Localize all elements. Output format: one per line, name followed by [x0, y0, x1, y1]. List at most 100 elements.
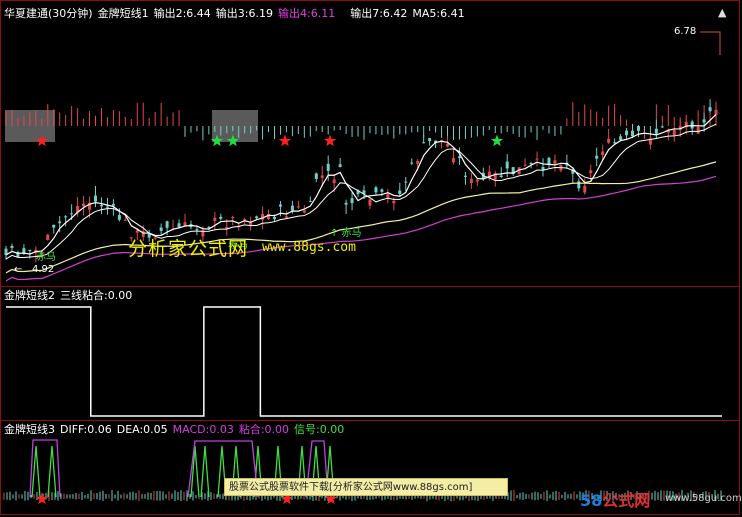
- indicator-name-1: 金牌短线1: [97, 7, 149, 20]
- signal-star-icon: [278, 134, 292, 147]
- indicator-name-2: 金牌短线2: [4, 289, 55, 302]
- watermark-text: 分析家公式网: [128, 238, 249, 260]
- candle-body: [320, 175, 324, 178]
- signal-star-icon: [323, 134, 337, 147]
- candle-body: [499, 175, 503, 178]
- candle-body: [368, 199, 372, 206]
- candle-body: [10, 245, 14, 248]
- candle-body: [577, 181, 581, 189]
- candle-body: [446, 143, 450, 147]
- output2-value: 输出2:6.44: [153, 7, 211, 20]
- candle-body: [135, 230, 139, 233]
- candle-body: [535, 158, 539, 160]
- three-line-value: 三线粘合:0.00: [60, 289, 133, 302]
- candle-body: [523, 164, 527, 166]
- signal-value: 信号:0.00: [294, 423, 345, 436]
- candle-body: [398, 190, 402, 195]
- candle-body: [278, 204, 282, 207]
- candle-body: [70, 213, 74, 215]
- candle-body: [28, 249, 32, 252]
- candle-body: [660, 126, 664, 128]
- signal-spike: [47, 445, 57, 498]
- candle-body: [422, 142, 426, 144]
- output4-value: 输出4:6.11: [278, 7, 336, 20]
- candle-body: [625, 130, 629, 136]
- mid-pane-header: 金牌短线2 三线粘合:0.00: [4, 289, 137, 302]
- download-banner[interactable]: 股票公式股票软件下载[分析家公式网www.88gs.com]: [224, 478, 508, 496]
- candle-body: [404, 181, 408, 183]
- main-pane-header: 华夏建通(30分钟) 金牌短线1 输出2:6.44 输出3:6.19 输出4:6.11 输…: [4, 7, 470, 20]
- candle-body: [440, 139, 444, 141]
- candle-body: [595, 155, 599, 159]
- candle-body: [386, 193, 390, 199]
- candle-body: [344, 202, 348, 205]
- candle-body: [308, 201, 312, 203]
- candle-body: [94, 195, 97, 202]
- candle-body: [302, 210, 306, 213]
- candle-body: [428, 138, 432, 142]
- candle-body: [213, 217, 217, 221]
- candle-body: [117, 214, 121, 220]
- candle-body: [159, 227, 163, 231]
- dea-value: DEA:0.05: [116, 423, 168, 436]
- scroll-up-arrow-icon[interactable]: ▲: [718, 6, 726, 19]
- candle-body: [469, 178, 473, 184]
- high-price-label: 6.78: [674, 26, 697, 37]
- candle-body: [255, 216, 259, 219]
- high-price-marker: [700, 31, 721, 55]
- candle-body: [314, 173, 318, 180]
- candle-body: [243, 219, 247, 221]
- candle-body: [46, 234, 50, 240]
- candle-body: [452, 158, 455, 163]
- candle-body: [183, 222, 187, 226]
- output3-value: 输出3:6.19: [215, 7, 273, 20]
- candle-body: [58, 221, 62, 224]
- candle-body: [463, 175, 467, 177]
- nianhe-value: 粘合:0.00: [238, 423, 290, 436]
- candle-body: [714, 109, 718, 115]
- candle-body: [529, 163, 533, 165]
- candle-body: [708, 107, 712, 112]
- candle-body: [165, 221, 169, 228]
- candle-body: [195, 228, 199, 230]
- candle-body: [219, 216, 223, 219]
- diff-value: DIFF:0.06: [60, 423, 112, 436]
- candle-body: [338, 164, 342, 167]
- candle-body: [111, 203, 115, 206]
- watermark-url: www.88gs.com: [262, 240, 356, 255]
- candle-body: [583, 185, 587, 193]
- candle-body: [392, 200, 396, 204]
- candle-body: [607, 138, 611, 143]
- output7-value: 输出7:6.42: [350, 7, 408, 20]
- low-arrow: ←: [14, 264, 23, 275]
- signal-spike: [200, 445, 210, 498]
- candle-body: [374, 187, 378, 193]
- macd-value: MACD:0.03: [172, 423, 234, 436]
- candle-body: [273, 217, 276, 220]
- signal-spike: [190, 445, 200, 498]
- candle-body: [410, 162, 414, 164]
- candle-body: [631, 130, 634, 137]
- signal-star-icon: [490, 134, 504, 147]
- candle-body: [457, 156, 461, 159]
- candle-body: [296, 206, 300, 208]
- chart-canvas[interactable]: [0, 0, 742, 517]
- candle-body: [619, 136, 623, 140]
- candle-body: [284, 216, 288, 218]
- stock-title: 华夏建通(30分钟): [4, 7, 93, 20]
- three-line-step: [6, 306, 722, 417]
- candle-body: [82, 203, 86, 207]
- candle-body: [123, 219, 127, 221]
- brand-logo[interactable]: 58公式网: [580, 487, 650, 511]
- brand-url[interactable]: www.58gu.com: [665, 493, 742, 504]
- candle-body: [672, 129, 676, 136]
- candle-body: [654, 128, 658, 134]
- candle-body: [99, 204, 103, 207]
- candle-body: [231, 217, 235, 219]
- candle-body: [332, 179, 336, 183]
- ma-line-long-yellow: [5, 161, 717, 274]
- candle-body: [475, 179, 479, 182]
- candle-body: [553, 160, 557, 164]
- candle-body: [541, 167, 545, 170]
- candle-body: [636, 126, 640, 131]
